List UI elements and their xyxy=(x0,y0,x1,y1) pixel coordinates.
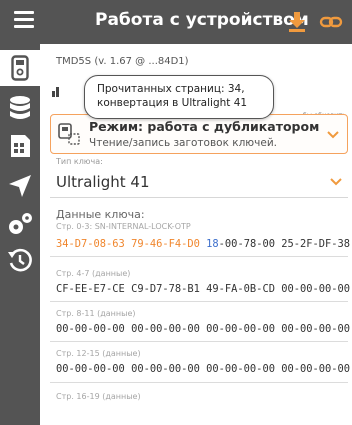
key-type-select[interactable]: Ultralight 41 xyxy=(50,166,348,198)
chevron-down-icon xyxy=(330,178,342,186)
page-data-row: 34-D7-08-63 79-46-F4-D0 18-00-78-00 25-2… xyxy=(56,238,350,250)
hex-segment: 00-00-00-00 00-00-00-00 00-00-00-00 00-0… xyxy=(56,363,351,375)
signal-icon xyxy=(52,87,59,97)
hex-segment: -00-78-00 25-2F-DF-38 xyxy=(218,238,351,250)
page-label: Стр. 16-19 (данные) xyxy=(56,392,141,401)
rail-item-navigation[interactable] xyxy=(6,172,34,200)
page-label: Стр. 8-11 (данные) xyxy=(56,309,136,318)
nav-rail xyxy=(0,44,40,425)
hex-segment: 18 xyxy=(206,238,219,250)
download-icon[interactable] xyxy=(284,9,310,35)
divider xyxy=(50,382,348,383)
mode-subtitle: Чтение/запись заготовок ключей. xyxy=(89,137,277,149)
page-label: Стр. 12-15 (данные) xyxy=(56,349,141,358)
menu-icon[interactable] xyxy=(14,11,34,31)
page-data-row: 00-00-00-00 00-00-00-00 00-00-00-00 00-0… xyxy=(56,323,350,335)
history-icon xyxy=(8,248,32,272)
rail-item-device[interactable] xyxy=(0,50,40,86)
rail-item-database[interactable] xyxy=(6,94,34,122)
content-area: TMD5S (v. 1.67 @ ...84D1) бы обновить Пр… xyxy=(40,44,352,425)
chevron-down-icon xyxy=(327,131,339,139)
link-icon[interactable] xyxy=(318,9,344,35)
settings-icon xyxy=(9,213,32,234)
device-info: TMD5S (v. 1.67 @ ...84D1) xyxy=(56,56,189,67)
device-icon xyxy=(11,55,29,81)
divider xyxy=(50,256,348,257)
duplicator-icon xyxy=(58,123,80,145)
sim-card-icon xyxy=(11,135,30,157)
hex-segment: CF-EE-E7-CE C9-D7-78-B1 49-FA-0B-CD 00-0… xyxy=(56,283,351,295)
tooltip-line-2: конвертация в Ultralight 41 xyxy=(97,97,248,109)
mode-title: Режим: работа с дубликатором xyxy=(89,119,320,134)
app-title: Работа с устройством xyxy=(95,10,309,30)
divider xyxy=(50,301,348,302)
page-label: Стр. 4-7 (данные) xyxy=(56,269,131,278)
rail-item-settings[interactable] xyxy=(6,210,34,238)
read-pages-tooltip: Прочитанных страниц: 34, конвертация в U… xyxy=(84,75,274,119)
page-data-row: 00-00-00-00 00-00-00-00 00-00-00-00 00-0… xyxy=(56,363,350,375)
mode-selector[interactable]: Режим: работа с дубликатором Чтение/запи… xyxy=(50,114,348,154)
rail-item-history[interactable] xyxy=(6,246,34,274)
hex-segment: 00-00-00-00 00-00-00-00 00-00-00-00 00-0… xyxy=(56,323,351,335)
key-data-label: Данные ключа: xyxy=(56,208,145,221)
key-type-value: Ultralight 41 xyxy=(56,173,150,191)
hex-segment: 79-46-F4-D0 xyxy=(131,238,207,250)
rail-item-sim[interactable] xyxy=(6,132,34,160)
navigation-icon xyxy=(9,175,31,197)
divider xyxy=(50,341,348,342)
database-icon xyxy=(10,96,30,119)
page-data-row: CF-EE-E7-CE C9-D7-78-B1 49-FA-0B-CD 00-0… xyxy=(56,283,350,295)
tooltip-line-1: Прочитанных страниц: 34, xyxy=(97,83,245,95)
hex-segment: 34-D7-08-63 xyxy=(56,238,132,250)
key-type-label: Тип ключа: xyxy=(56,157,103,166)
page-label: Стр. 0-3: SN-INTERNAL-LOCK-OTP xyxy=(56,222,191,231)
app-bar: Работа с устройством xyxy=(0,0,352,44)
